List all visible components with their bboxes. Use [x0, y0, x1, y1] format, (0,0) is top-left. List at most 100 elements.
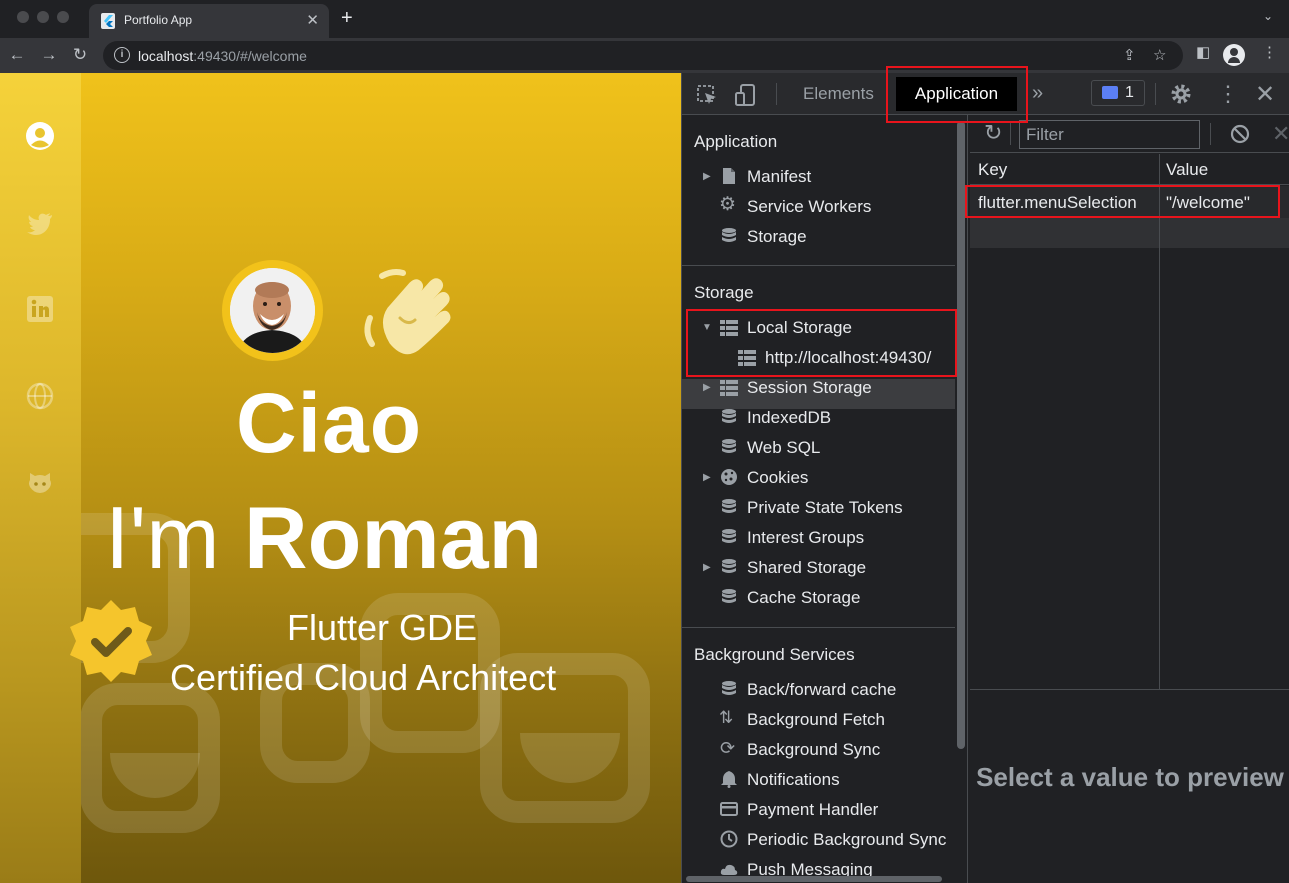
application-sidebar: Application ▶ Manifest ⚙ Service Workers… — [682, 115, 955, 883]
table-grid-icon — [738, 350, 756, 366]
table-grid-icon — [720, 320, 738, 336]
database-icon — [722, 529, 736, 543]
column-header-key[interactable]: Key — [978, 160, 1007, 180]
sidebar-item-localhost-origin[interactable]: http://localhost:49430/ — [700, 344, 954, 372]
section-title-storage: Storage — [694, 283, 754, 302]
waving-hand-icon — [364, 269, 451, 355]
minimize-window-dot[interactable] — [37, 11, 49, 23]
sidebar-item-manifest[interactable]: ▶ Manifest — [700, 163, 950, 191]
sidebar-horizontal-scrollbar[interactable] — [686, 876, 942, 882]
sidebar-item-background-fetch[interactable]: ⇅ Background Fetch — [700, 706, 950, 734]
sidebar-item-background-sync[interactable]: ⟳ Background Sync — [700, 736, 950, 764]
devtools-tab-bar: Elements Application » 1 ⋮ ✕ — [682, 73, 1289, 115]
delete-selected-icon[interactable]: ✕ — [1272, 121, 1289, 147]
sidebar-item-local-storage[interactable]: ▼ Local Storage — [700, 314, 950, 342]
empty-table-row[interactable] — [970, 218, 1289, 248]
toolbar-divider — [1210, 123, 1211, 145]
issues-message-icon — [1102, 86, 1118, 99]
sidebar-item-web-sql[interactable]: Web SQL — [700, 434, 950, 462]
more-tabs-chevron-icon[interactable]: » — [1032, 82, 1043, 105]
device-toolbar-icon[interactable] — [734, 83, 756, 107]
document-icon — [723, 168, 735, 184]
refresh-icon[interactable]: ↻ — [984, 120, 1002, 146]
sidebar-item-notifications[interactable]: Notifications — [700, 766, 950, 794]
section-title-background-services: Background Services — [694, 645, 855, 664]
credit-card-icon — [720, 802, 738, 816]
section-divider — [682, 265, 955, 266]
table-bottom-border — [970, 689, 1289, 690]
more-options-icon[interactable]: ⋮ — [1217, 81, 1239, 107]
database-icon — [722, 499, 736, 513]
filter-input[interactable] — [1019, 120, 1200, 149]
sidebar-item-payment-handler[interactable]: Payment Handler — [700, 796, 950, 824]
expand-arrow-icon[interactable]: ▶ — [703, 171, 711, 182]
column-header-value[interactable]: Value — [1166, 160, 1208, 180]
storage-table-header: Key Value — [970, 154, 1289, 185]
sidebar-item-private-state-tokens[interactable]: Private State Tokens — [700, 494, 950, 522]
globe-icon[interactable] — [26, 382, 54, 410]
sidebar-item-storage[interactable]: Storage — [700, 223, 950, 251]
url-text[interactable]: localhost:49430/#/welcome — [138, 48, 307, 64]
intro-heading: I'm Roman — [105, 488, 543, 587]
tab-application[interactable]: Application — [896, 77, 1017, 111]
address-bar[interactable]: i localhost:49430/#/welcome ⇪ ☆ — [103, 41, 1183, 70]
sidebar-item-indexeddb[interactable]: IndexedDB — [700, 404, 950, 432]
tab-close-icon[interactable]: ✕ — [306, 11, 319, 29]
database-icon — [722, 559, 736, 573]
browser-menu-icon[interactable]: ⋮ — [1262, 43, 1277, 61]
inspect-element-icon[interactable] — [696, 84, 718, 106]
close-devtools-icon[interactable]: ✕ — [1255, 80, 1275, 109]
sidebar-item-interest-groups[interactable]: Interest Groups — [700, 524, 950, 552]
database-icon — [722, 589, 736, 603]
database-icon — [722, 439, 736, 453]
github-icon[interactable] — [26, 467, 54, 495]
expand-arrow-icon[interactable]: ▶ — [703, 472, 711, 483]
verified-badge-icon — [70, 600, 152, 682]
table-grid-icon — [720, 380, 738, 396]
account-icon[interactable] — [26, 122, 54, 150]
tab-search-chevron-icon[interactable]: ⌄ — [1263, 9, 1273, 23]
bookmark-star-icon[interactable]: ☆ — [1153, 46, 1166, 64]
sidebar-item-shared-storage[interactable]: ▶ Shared Storage — [700, 554, 950, 582]
new-tab-button[interactable]: + — [341, 7, 353, 30]
side-panel-icon[interactable]: ◧ — [1196, 43, 1210, 61]
clock-icon — [720, 830, 738, 848]
sidebar-item-service-workers[interactable]: ⚙ Service Workers — [700, 193, 950, 221]
sync-icon: ⟳ — [720, 738, 736, 758]
linkedin-icon[interactable] — [26, 295, 54, 323]
profile-photo-avatar — [222, 260, 323, 361]
close-window-dot[interactable] — [17, 11, 29, 23]
portfolio-app-viewport: Ciao I'm Roman Flutter GDE Certified Clo… — [0, 73, 681, 883]
share-icon[interactable]: ⇪ — [1123, 46, 1136, 64]
site-info-icon[interactable]: i — [114, 47, 130, 63]
collapse-arrow-icon[interactable]: ▼ — [702, 322, 712, 333]
sidebar-item-back-forward-cache[interactable]: Back/forward cache — [700, 676, 950, 704]
panel-splitter[interactable] — [967, 115, 968, 883]
gear-icon: ⚙ — [719, 194, 737, 215]
tab-elements[interactable]: Elements — [803, 84, 874, 104]
sidebar-vertical-scrollbar[interactable] — [957, 121, 965, 749]
browser-toolbar: ← → ↻ i localhost:49430/#/welcome ⇪ ☆ ◧ … — [0, 38, 1289, 73]
expand-arrow-icon[interactable]: ▶ — [703, 562, 711, 573]
sidebar-item-cache-storage[interactable]: Cache Storage — [700, 584, 950, 612]
profile-avatar-icon[interactable] — [1223, 44, 1245, 66]
row-key-cell[interactable]: flutter.menuSelection — [978, 193, 1137, 213]
storage-filter-bar: ↻ ✕ — [970, 115, 1289, 153]
browser-tab[interactable]: Portfolio App ✕ — [89, 4, 329, 38]
settings-gear-icon[interactable] — [1170, 83, 1192, 105]
sidebar-item-periodic-background-sync[interactable]: Periodic Background Sync — [700, 826, 954, 854]
row-value-cell[interactable]: "/welcome" — [1166, 193, 1250, 213]
issues-counter-button[interactable]: 1 — [1091, 80, 1145, 106]
sidebar-item-cookies[interactable]: ▶ Cookies — [700, 464, 950, 492]
clear-all-block-icon[interactable] — [1230, 124, 1250, 144]
back-arrow-icon[interactable]: ← — [5, 43, 29, 67]
table-row[interactable]: flutter.menuSelection "/welcome" — [970, 186, 1289, 218]
forward-arrow-icon[interactable]: → — [37, 43, 61, 67]
twitter-icon[interactable] — [26, 209, 54, 237]
sidebar-item-session-storage[interactable]: ▶ Session Storage — [700, 374, 950, 402]
expand-arrow-icon[interactable]: ▶ — [703, 382, 711, 393]
reload-icon[interactable]: ↻ — [68, 43, 92, 67]
greeting-heading: Ciao — [236, 376, 423, 470]
maximize-window-dot[interactable] — [57, 11, 69, 23]
section-title-application: Application — [694, 132, 778, 151]
